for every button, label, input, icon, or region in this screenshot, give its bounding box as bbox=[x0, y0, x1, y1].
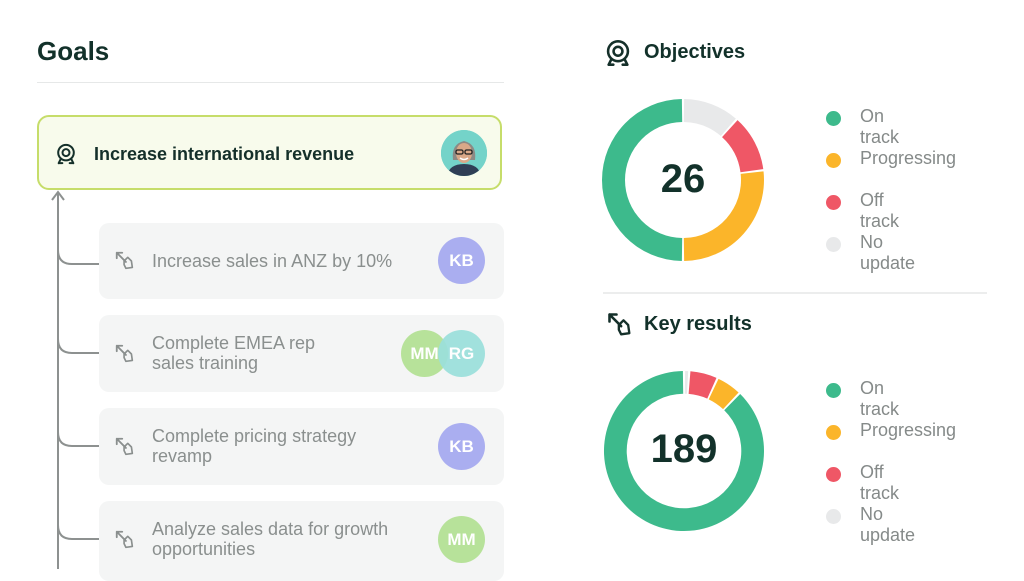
legend-dot-no-update bbox=[826, 509, 841, 524]
owner-avatar-kb[interactable]: KB bbox=[438, 423, 485, 470]
child-goal-label-line: Complete pricing strategy bbox=[152, 426, 357, 446]
target-icon bbox=[57, 143, 75, 165]
donut-segment-no-update bbox=[683, 99, 736, 137]
child-goal-label-line: opportunities bbox=[152, 539, 256, 559]
legend-label: Off track bbox=[860, 462, 900, 503]
legend-dot-progressing bbox=[826, 425, 841, 440]
child-goal-label-line: revamp bbox=[152, 446, 213, 466]
legend-dot-off-track bbox=[826, 195, 841, 210]
child-goal-label-line: Complete EMEA rep bbox=[152, 333, 316, 353]
key-results-title: Key results bbox=[644, 313, 752, 335]
dart-arrow-icon bbox=[115, 344, 134, 363]
tree-branch bbox=[57, 431, 99, 447]
legend-label: No update bbox=[860, 232, 916, 273]
key-results-total: 189 bbox=[650, 427, 718, 471]
child-goal-label: Analyze sales data for growth opportunit… bbox=[152, 519, 412, 559]
child-goal-card[interactable]: Complete EMEA rep sales training MM RG bbox=[99, 315, 504, 392]
owner-avatar-mm[interactable]: MM bbox=[438, 516, 485, 563]
legend-label: On track bbox=[860, 378, 900, 419]
legend-label: Progressing bbox=[860, 420, 957, 440]
child-goal-card[interactable]: Analyze sales data for growth opportunit… bbox=[99, 501, 504, 581]
section-divider bbox=[603, 292, 987, 294]
goals-divider bbox=[37, 82, 504, 83]
legend-dot-progressing bbox=[826, 153, 841, 168]
objectives-title: Objectives bbox=[644, 41, 746, 63]
goals-title: Goals bbox=[37, 36, 110, 66]
parent-goal-card[interactable]: Increase international revenue bbox=[37, 115, 502, 190]
child-goal-card[interactable]: Complete pricing strategy revamp KB bbox=[99, 408, 504, 485]
tree-connectors bbox=[51, 190, 99, 569]
dart-arrow-icon bbox=[608, 313, 631, 336]
person-photo-icon bbox=[441, 130, 487, 176]
child-goal-label: Complete pricing strategy revamp bbox=[152, 426, 412, 466]
child-goal-label-line: Analyze sales data for growth bbox=[152, 519, 389, 539]
legend-dot-on-track bbox=[826, 111, 841, 126]
tree-branch bbox=[57, 249, 99, 265]
dart-arrow-icon bbox=[115, 251, 134, 270]
child-goal-label: Increase sales in ANZ by 10% bbox=[152, 251, 393, 271]
child-goal-label: Complete EMEA rep sales training bbox=[152, 333, 412, 373]
tree-arrow-head bbox=[51, 190, 65, 201]
legend-label: On track bbox=[860, 106, 900, 147]
legend-dot-on-track bbox=[826, 383, 841, 398]
child-goal-label-line: sales training bbox=[152, 353, 259, 373]
legend-label: Progressing bbox=[860, 148, 957, 168]
target-icon bbox=[606, 40, 630, 66]
dart-arrow-icon bbox=[115, 437, 134, 456]
legend-dot-no-update bbox=[826, 237, 841, 252]
legend-label: Off track bbox=[860, 190, 900, 231]
parent-goal-label: Increase international revenue bbox=[94, 144, 355, 164]
dart-arrow-icon bbox=[115, 530, 134, 549]
objectives-total: 26 bbox=[660, 157, 706, 201]
child-goal-card[interactable]: Increase sales in ANZ by 10% KB bbox=[99, 223, 504, 299]
tree-branch bbox=[57, 338, 99, 354]
legend-dot-off-track bbox=[826, 467, 841, 482]
donut-segment-no-update bbox=[684, 370, 689, 394]
tree-branch bbox=[57, 524, 99, 540]
legend-label: No update bbox=[860, 504, 916, 545]
owner-avatar-kb[interactable]: KB bbox=[438, 237, 485, 284]
owner-avatar-rg[interactable]: RG bbox=[438, 330, 485, 377]
owner-photo-avatar[interactable] bbox=[441, 130, 487, 176]
